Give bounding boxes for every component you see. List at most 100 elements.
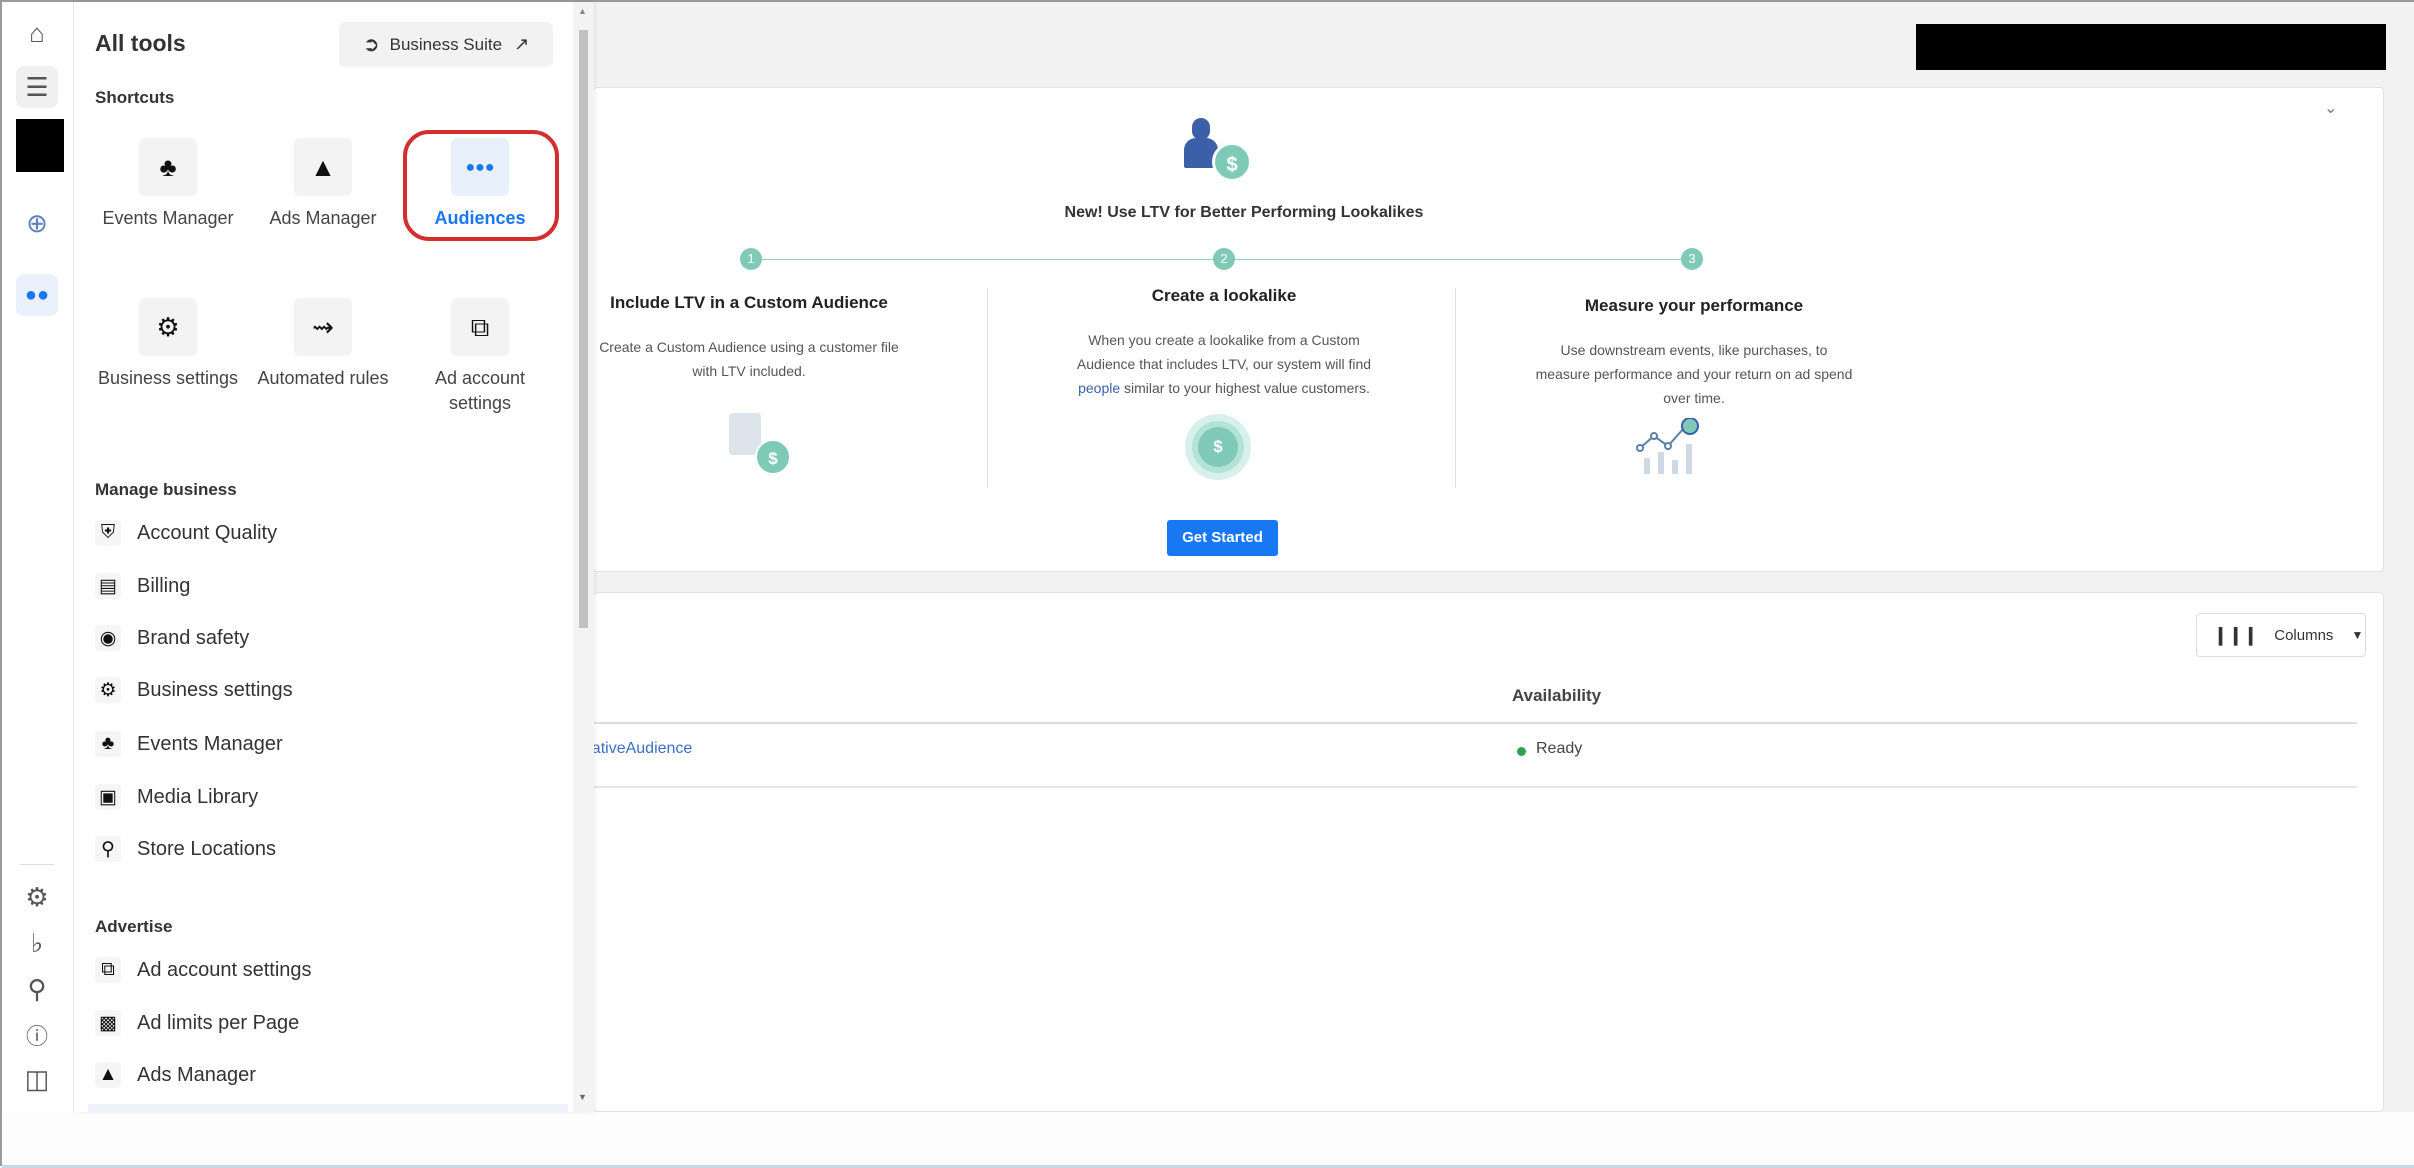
step-1-badge: 1: [740, 248, 762, 270]
menu-item-ad-account-settings[interactable]: ⧉ Ad account settings: [95, 950, 312, 990]
availability-status: Ready: [1536, 740, 1583, 757]
item-label: Ads Manager: [137, 1063, 256, 1086]
left-rail: ⌂ ☰ ⊕ ●● ⚙ ♭ ⚲ ⓘ ◫: [2, 2, 73, 1112]
item-label: Account Quality: [137, 521, 278, 544]
shortcut-label: Business settings: [97, 368, 239, 388]
item-label: Events Manager: [137, 732, 283, 755]
item-label: Brand safety: [137, 626, 250, 649]
menu-item-events-manager[interactable]: ♣ Events Manager: [95, 724, 283, 764]
plus-circle-icon[interactable]: ⊕: [16, 202, 58, 244]
item-label: Billing: [137, 574, 191, 597]
menu-item-store-locations[interactable]: ⚲ Store Locations: [95, 829, 276, 869]
menu-item-brand-safety[interactable]: ◉ Brand safety: [95, 618, 249, 658]
account-quality-icon: ⛨: [95, 520, 121, 546]
shortcut-events-manager[interactable]: ♣ Events Manager: [93, 138, 243, 231]
advertise-heading: Advertise: [95, 917, 173, 936]
search-icon[interactable]: ⚲: [16, 968, 58, 1010]
next-item-partial: [88, 1104, 568, 1112]
automated-rules-icon: ⇝: [294, 298, 352, 356]
audiences-table-card: ❙❙❙ Columns ▼ Availability egativeAudien…: [574, 592, 2384, 1112]
step-text: Use downstream events, like purchases, t…: [1535, 342, 1853, 406]
audiences-icon[interactable]: ●●: [16, 274, 58, 316]
panel-toggle-icon[interactable]: ◫: [16, 1058, 58, 1100]
business-suite-button[interactable]: ➲ Business Suite ↗: [339, 22, 553, 67]
shortcut-label: Ad account settings: [434, 368, 526, 413]
menu-item-billing[interactable]: ▤ Billing: [95, 566, 190, 606]
menu-item-ad-limits[interactable]: ▩ Ad limits per Page: [95, 1003, 299, 1043]
step-text: When you create a lookalike from a Custo…: [1014, 328, 1434, 400]
media-library-icon: ▣: [95, 784, 121, 810]
events-manager-icon: ♣: [139, 138, 197, 196]
menu-item-ads-manager[interactable]: ▲ Ads Manager: [95, 1055, 256, 1095]
location-icon: ⚲: [95, 836, 121, 862]
step-text: Create a Custom Audience using a custome…: [599, 339, 899, 379]
ad-limits-icon: ▩: [95, 1010, 121, 1036]
gear-icon: ⚙: [95, 677, 121, 703]
gear-icon[interactable]: ⚙: [16, 876, 58, 918]
shortcut-label: Events Manager: [102, 208, 234, 228]
manage-business-heading: Manage business: [95, 480, 237, 499]
step-heading: Create a lookalike: [1151, 286, 1297, 305]
bottom-strip: [2, 1112, 2414, 1168]
menu-item-business-settings[interactable]: ⚙ Business settings: [95, 670, 293, 710]
scrollbar-thumb[interactable]: [579, 30, 588, 628]
all-tools-panel: All tools ➲ Business Suite ↗ Shortcuts ♣…: [73, 2, 594, 1112]
item-label: Ad account settings: [137, 958, 312, 981]
ltv-promo-card: ⌄ $ New! Use LTV for Better Performing L…: [593, 87, 2384, 572]
shortcut-ad-account-settings[interactable]: ⧉ Ad account settings: [405, 298, 555, 416]
home-icon[interactable]: ⌂: [16, 12, 58, 54]
shortcut-ads-manager[interactable]: ▲ Ads Manager: [248, 138, 398, 231]
redacted-header-box: [1916, 24, 2386, 70]
get-started-button[interactable]: Get Started: [1167, 520, 1278, 556]
performance-chart-icon: [1634, 417, 1714, 478]
ads-manager-icon: ▲: [294, 138, 352, 196]
events-manager-icon: ♣: [95, 731, 121, 757]
shortcut-label: Ads Manager: [269, 208, 377, 228]
columns-label: Columns: [2274, 626, 2334, 644]
promo-title: New! Use LTV for Better Performing Looka…: [1064, 204, 1424, 221]
menu-item-account-quality[interactable]: ⛨ Account Quality: [95, 513, 277, 553]
shortcut-business-settings[interactable]: ⚙ Business settings: [93, 298, 243, 391]
menu-icon[interactable]: ☰: [16, 66, 58, 108]
external-link-icon: ↗: [514, 34, 530, 54]
menu-item-media-library[interactable]: ▣ Media Library: [95, 777, 258, 817]
help-icon[interactable]: ⓘ: [16, 1014, 58, 1056]
panel-scrollbar[interactable]: ▲ ▼: [573, 2, 594, 1112]
billing-icon: ▤: [95, 573, 121, 599]
text: similar to your highest value customers.: [1120, 380, 1370, 396]
ad-account-icon: ⧉: [451, 298, 509, 356]
item-label: Store Locations: [137, 837, 276, 860]
ad-account-icon: ⧉: [95, 957, 121, 983]
scroll-down-arrow[interactable]: ▼: [578, 1092, 587, 1102]
shield-icon: ◉: [95, 625, 121, 651]
step-2: Create a lookalike When you create a loo…: [1014, 286, 1434, 400]
step-1: Include LTV in a Custom Audience Create …: [539, 293, 959, 383]
scroll-up-arrow[interactable]: ▲: [578, 6, 587, 16]
table-row[interactable]: egativeAudience Ready: [574, 724, 2357, 788]
ads-manager-icon: ▲: [95, 1062, 121, 1088]
bell-icon[interactable]: ♭: [16, 922, 58, 964]
lookalike-icon: $: [1185, 414, 1251, 480]
main-content: ⌄ $ New! Use LTV for Better Performing L…: [574, 2, 2414, 1112]
step-heading: Include LTV in a Custom Audience: [610, 293, 888, 312]
person-dollar-icon: $: [1184, 118, 1264, 190]
shortcut-label: Automated rules: [257, 368, 389, 388]
columns-icon: ❙❙❙: [2213, 624, 2259, 645]
step-heading: Measure your performance: [1584, 296, 1804, 315]
rail-divider: [20, 864, 54, 865]
caret-down-icon: ▼: [2351, 628, 2364, 642]
item-label: Business settings: [137, 678, 293, 701]
ready-status-dot: [1517, 747, 1526, 756]
collapse-chevron-icon[interactable]: ⌄: [2324, 98, 2337, 118]
shortcuts-heading: Shortcuts: [95, 88, 175, 107]
divider: [987, 288, 988, 488]
item-label: Media Library: [137, 785, 259, 808]
columns-button[interactable]: ❙❙❙ Columns ▼: [2196, 613, 2366, 657]
header-availability[interactable]: Availability: [1512, 686, 1601, 706]
text: When you create a lookalike from a Custo…: [1076, 332, 1372, 372]
panel-title: All tools: [95, 30, 186, 56]
step-2-badge: 2: [1213, 248, 1235, 270]
people-link[interactable]: people: [1078, 380, 1120, 396]
gear-icon: ⚙: [139, 298, 197, 356]
shortcut-automated-rules[interactable]: ⇝ Automated rules: [248, 298, 398, 391]
